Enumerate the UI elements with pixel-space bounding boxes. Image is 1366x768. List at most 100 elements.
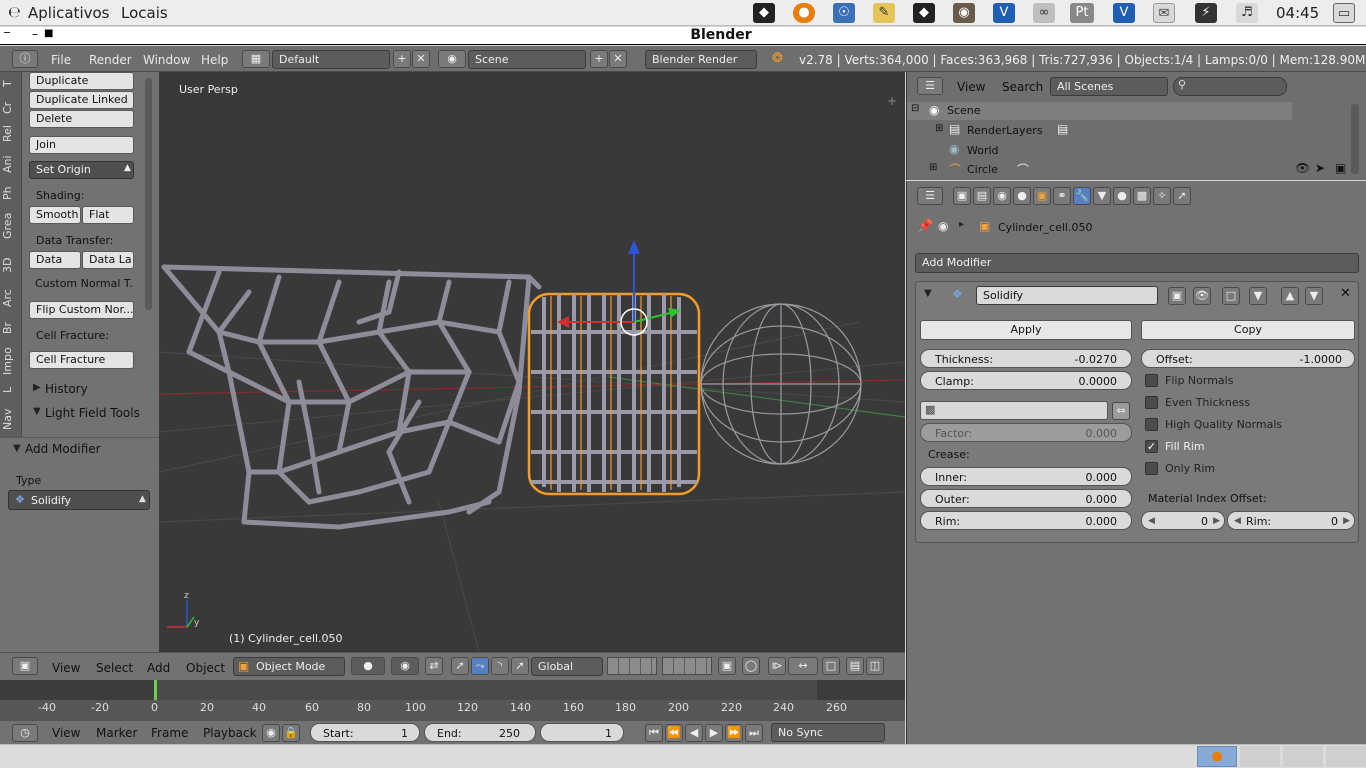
current-frame-indicator[interactable] (154, 680, 157, 700)
sync-mode-select[interactable]: No Sync (771, 723, 885, 742)
editor-type-timeline-icon[interactable]: ◷ (12, 724, 38, 742)
translate-icon[interactable]: ➚ (451, 657, 469, 675)
bluetooth-off-icon[interactable]: ᐯ (1113, 3, 1135, 23)
bluetooth-icon[interactable]: ᐯ (993, 3, 1015, 23)
rim-crease-field[interactable]: Rim: 0.000 (920, 511, 1132, 530)
jump-keyframe-back-icon[interactable]: ⏪ (665, 724, 683, 742)
menu-help[interactable]: Help (201, 53, 228, 67)
flip-custom-normals-button[interactable]: Flip Custom Nor... (29, 301, 134, 319)
layer-buttons-a[interactable] (607, 657, 657, 675)
jump-start-icon[interactable]: ⏮ (645, 724, 663, 742)
collapse-icon[interactable]: ⊟ (911, 103, 919, 114)
play-icon[interactable]: ▶ (705, 724, 723, 742)
add-scene-icon[interactable]: + (590, 50, 608, 68)
notes-icon[interactable]: ✎ (873, 3, 895, 23)
jump-keyframe-forward-icon[interactable]: ⏩ (725, 724, 743, 742)
pt-icon[interactable]: Pt (1070, 3, 1094, 23)
clock[interactable]: 04:45 (1276, 4, 1319, 22)
expand-icon[interactable]: ⊞ (935, 123, 943, 134)
outliner-row-circle[interactable]: ⊞ ⌒ Circle ⌒ (907, 161, 1292, 179)
add-layout-icon[interactable]: + (393, 50, 411, 68)
timeline-area[interactable]: -40 -20 0 20 40 60 80 100 120 140 160 18… (0, 680, 905, 720)
modifiers-tab-icon[interactable]: 🔧 (1073, 187, 1091, 205)
tab-physics[interactable]: Ph (1, 182, 21, 204)
decrement-icon[interactable]: ◀ (1234, 513, 1241, 530)
invert-vertex-group-icon[interactable]: ⇔ (1112, 402, 1130, 420)
high-quality-normals-checkbox[interactable] (1145, 418, 1158, 431)
visibility-eye-icon[interactable]: 👁 (1295, 161, 1310, 175)
apps-menu[interactable]: Aplicativos (28, 4, 109, 22)
world-tab-icon[interactable]: ● (1013, 187, 1031, 205)
add-modifier-select[interactable]: Add Modifier (915, 253, 1359, 273)
layout-field[interactable]: Default (272, 50, 390, 69)
modifier-name-field[interactable]: Solidify (976, 286, 1158, 305)
material-offset-field[interactable]: ◀ 0 ▶ (1141, 511, 1225, 530)
outliner-row-scene[interactable]: ⊟ ◉ Scene (907, 102, 1292, 120)
blender-icon[interactable]: ● (793, 3, 815, 23)
gimp-icon[interactable]: ◉ (953, 3, 975, 23)
duplicate-button[interactable]: Duplicate (29, 72, 134, 90)
particles-tab-icon[interactable]: ✧ (1153, 187, 1171, 205)
remove-layout-icon[interactable]: ✕ (412, 50, 430, 68)
clamp-field[interactable]: Clamp: 0.0000 (920, 371, 1132, 390)
copy-button[interactable]: Copy (1141, 320, 1355, 340)
material-tab-icon[interactable]: ● (1113, 187, 1131, 205)
opengl-render-icon[interactable]: ▤ (846, 657, 864, 675)
factor-field[interactable]: Factor: 0.000 (920, 423, 1132, 442)
increment-icon[interactable]: ▶ (1213, 513, 1220, 530)
inkscape-icon[interactable]: ◆ (753, 3, 775, 23)
modifier-editmode-icon[interactable]: □ (1222, 287, 1240, 305)
pin-icon[interactable]: 📌 (917, 219, 933, 234)
editor-type-outliner-icon[interactable]: ☰ (917, 77, 943, 95)
modifier-viewport-icon[interactable]: 👁 (1193, 287, 1211, 305)
screen-layout-icon[interactable]: ▦ (242, 50, 270, 68)
cell-fracture-button[interactable]: Cell Fracture (29, 351, 134, 369)
workspace-2[interactable] (1240, 746, 1280, 767)
viewport-menu-add[interactable]: Add (147, 661, 170, 675)
outliner-filter-select[interactable]: All Scenes (1050, 77, 1168, 96)
jump-end-icon[interactable]: ⏭ (745, 724, 763, 742)
render-tab-icon[interactable]: ▣ (953, 187, 971, 205)
remove-scene-icon[interactable]: ✕ (609, 50, 627, 68)
offset-field[interactable]: Offset: -1.0000 (1141, 349, 1355, 368)
light-field-expand-icon[interactable]: ▼ (33, 406, 41, 417)
only-rim-checkbox[interactable] (1145, 462, 1158, 475)
manipulator-toggle-icon[interactable]: ⇄ (425, 657, 443, 675)
end-frame-field[interactable]: End: 250 (424, 723, 536, 742)
lock-range-icon[interactable]: 🔒 (282, 724, 300, 742)
vertex-group-field[interactable]: ▩ (920, 401, 1108, 420)
tab-create[interactable]: Cr (1, 98, 21, 118)
history-expand-icon[interactable]: ▶ (33, 382, 41, 393)
outliner-search-input[interactable] (1173, 77, 1287, 96)
menu-window[interactable]: Window (143, 53, 190, 67)
data-tab-icon[interactable]: ▼ (1093, 187, 1111, 205)
outer-crease-field[interactable]: Outer: 0.000 (920, 489, 1132, 508)
tab-relations[interactable]: Rel (1, 122, 21, 146)
opengl-animation-icon[interactable]: ◫ (866, 657, 884, 675)
proportional-edit-icon[interactable]: ◯ (742, 657, 760, 675)
remove-modifier-icon[interactable]: ✕ (1340, 286, 1351, 301)
tool-shelf-scrollbar[interactable] (145, 78, 152, 310)
viewport-menu-view[interactable]: View (52, 661, 80, 675)
object-tab-icon[interactable]: ▣ (1033, 187, 1051, 205)
snap-icon[interactable]: ⧐ (768, 657, 786, 675)
arc-icon[interactable]: ◝ (491, 657, 509, 675)
object-mode-select[interactable]: Object Mode (233, 657, 345, 676)
scene-field[interactable]: Scene (468, 50, 586, 69)
selectability-cursor-icon[interactable]: ➤ (1315, 161, 1325, 175)
render-engine-select[interactable]: Blender Render (645, 50, 757, 69)
apply-button[interactable]: Apply (920, 320, 1132, 340)
editor-type-3d-icon[interactable]: ▣ (12, 657, 38, 675)
outliner-menu-view[interactable]: View (957, 80, 985, 94)
3d-viewport[interactable]: User Persp (1) Cylinder_cell.050 + z y (159, 72, 905, 652)
menu-file[interactable]: File (51, 53, 71, 67)
tab-archimesh[interactable]: Arc (1, 286, 21, 310)
menu-render[interactable]: Render (89, 53, 132, 67)
thickness-field[interactable]: Thickness: -0.0270 (920, 349, 1132, 368)
viewport-menu-object[interactable]: Object (186, 661, 225, 675)
rotate-icon[interactable]: ⤳ (471, 657, 489, 675)
tab-light[interactable]: L (1, 382, 21, 398)
operator-collapse-icon[interactable]: ▼ (13, 443, 21, 454)
move-down-icon[interactable]: ▼ (1305, 287, 1323, 305)
viewport-shading-icon[interactable]: ● (351, 657, 385, 675)
